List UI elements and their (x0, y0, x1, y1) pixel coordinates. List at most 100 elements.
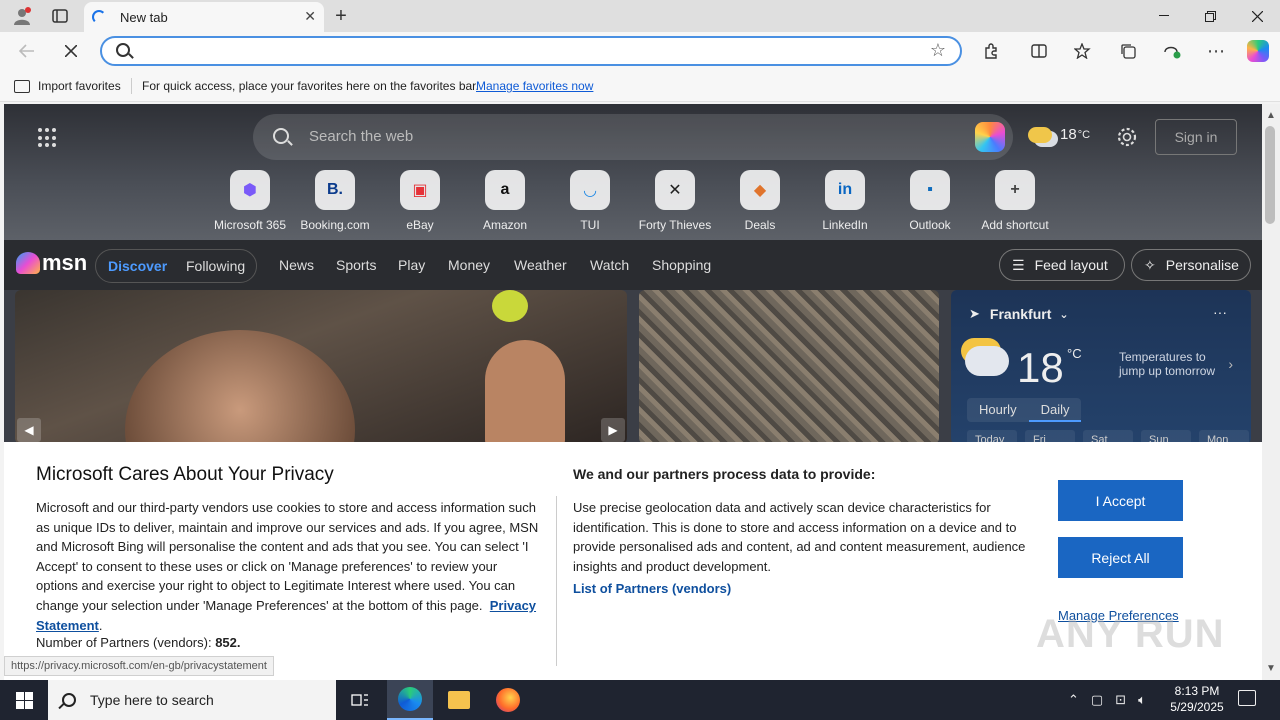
address-input[interactable] (142, 42, 902, 60)
chevron-right-icon[interactable]: › (1228, 356, 1233, 372)
profile-icon[interactable] (8, 4, 36, 28)
shortcut-label: Booking.com (300, 218, 370, 232)
screen: New tab ✕ + ☆ ⋯ Import favorites For qui… (0, 0, 1280, 720)
favorite-star-icon[interactable]: ☆ (930, 40, 946, 61)
firefox-icon[interactable] (485, 680, 531, 720)
shortcut-linkedin[interactable]: in LinkedIn (803, 170, 887, 232)
nav-play[interactable]: Play (398, 257, 425, 273)
forty-thieves-icon: ✕ (655, 170, 695, 210)
import-favorites-button[interactable]: Import favorites (14, 79, 121, 93)
msn-logo[interactable]: msn (16, 250, 87, 276)
personalise-button[interactable]: ✧ Personalise (1131, 249, 1251, 281)
device-icon[interactable]: ▢ (1091, 692, 1103, 708)
news-card-crowd[interactable] (639, 290, 939, 444)
settings-gear-icon[interactable] (1116, 126, 1138, 154)
shortcut-label: TUI (580, 218, 600, 232)
edge-taskbar-icon[interactable] (387, 680, 433, 720)
shortcut-amazon[interactable]: a Amazon (463, 170, 547, 232)
scroll-up-icon[interactable]: ▲ (1266, 110, 1276, 121)
weather-widget[interactable]: 18 °C (1028, 126, 1090, 143)
close-window-icon[interactable] (1234, 0, 1280, 32)
shortcut-microsoft-365[interactable]: ⬢ Microsoft 365 (208, 170, 292, 232)
manage-favorites-link[interactable]: Manage favorites now (476, 79, 593, 93)
sign-in-button[interactable]: Sign in (1155, 119, 1237, 155)
chevron-down-icon: ⌄ (1059, 308, 1069, 321)
weather-unit: °C (1077, 128, 1091, 141)
file-explorer-icon[interactable] (436, 680, 482, 720)
shortcut-deals[interactable]: ◆ Deals (718, 170, 802, 232)
network-icon[interactable]: ⊡ (1115, 692, 1126, 708)
system-tray: ⌃ ▢ ⊡ 🔈︎ (1068, 692, 1146, 708)
nav-shopping[interactable]: Shopping (652, 257, 711, 273)
app-launcher-icon[interactable] (38, 128, 58, 148)
favorites-hint: For quick access, place your favorites h… (142, 79, 479, 93)
close-tab-icon[interactable]: ✕ (304, 8, 316, 25)
reject-all-button[interactable]: Reject All (1058, 537, 1183, 578)
weather-temp: 18 (1060, 126, 1077, 143)
start-button[interactable] (0, 680, 48, 720)
performance-icon[interactable] (1157, 37, 1187, 65)
address-bar[interactable]: ☆ (100, 36, 962, 66)
nav-money[interactable]: Money (448, 257, 490, 273)
shortcut-tui[interactable]: ◡ TUI (548, 170, 632, 232)
feed-toggle: Discover Following (95, 249, 257, 283)
new-tab-button[interactable]: + (327, 4, 355, 28)
divider (556, 496, 557, 666)
shortcut-ebay[interactable]: ▣ eBay (378, 170, 462, 232)
tab-daily[interactable]: Daily (1028, 398, 1082, 422)
deals-icon: ◆ (740, 170, 780, 210)
tab-actions-icon[interactable] (46, 4, 74, 28)
shortcut-outlook[interactable]: ▪ Outlook (888, 170, 972, 232)
feed-layout-button[interactable]: ☰ Feed layout (999, 249, 1125, 281)
tab-new-tab[interactable]: New tab ✕ (84, 2, 324, 32)
chevron-up-icon[interactable]: ⌃ (1068, 692, 1079, 708)
web-search-box[interactable]: Search the web (253, 114, 1013, 160)
stop-loading-icon[interactable] (56, 37, 86, 65)
clock[interactable]: 8:13 PM 5/29/2025 (1162, 683, 1232, 715)
shortcut-booking-com[interactable]: B. Booking.com (293, 170, 377, 232)
task-view-icon[interactable] (337, 680, 383, 720)
weather-card-unit: °C (1067, 346, 1082, 361)
weather-location[interactable]: ➤ Frankfurt ⌄ (969, 306, 1069, 322)
feed-layout-label: Feed layout (1034, 257, 1108, 273)
shortcut-label: Outlook (909, 218, 951, 232)
shortcut-forty-thieves[interactable]: ✕ Forty Thieves (633, 170, 717, 232)
weather-card[interactable]: ➤ Frankfurt ⌄ ··· 18 °C Temperatures to … (951, 290, 1251, 444)
scroll-thumb[interactable] (1265, 126, 1275, 224)
more-options-icon[interactable]: ⋯ (1201, 37, 1231, 65)
nav-sports[interactable]: Sports (336, 257, 376, 273)
tab-discover[interactable]: Discover (108, 258, 167, 274)
nav-news[interactable]: News (279, 257, 314, 273)
nav-weather[interactable]: Weather (514, 257, 567, 273)
copilot-icon[interactable] (975, 122, 1005, 152)
copilot-icon[interactable] (1243, 37, 1273, 65)
tab-following[interactable]: Following (186, 258, 245, 274)
shortcut-add-shortcut[interactable]: + Add shortcut (973, 170, 1057, 232)
partly-cloudy-icon (1028, 126, 1052, 143)
taskbar-search[interactable]: Type here to search (48, 680, 336, 720)
weather-city: Frankfurt (989, 306, 1052, 322)
hero-news-card[interactable]: ◀ ▶ (15, 290, 627, 444)
privacy-body: Microsoft and our third-party vendors us… (36, 500, 539, 633)
scroll-down-icon[interactable]: ▼ (1266, 663, 1276, 674)
tab-hourly[interactable]: Hourly (967, 398, 1029, 422)
extensions-icon[interactable] (976, 37, 1006, 65)
new-tab-page: Search the web 18 °C Sign in ⬢ Microsoft … (4, 104, 1262, 680)
list-of-partners-link[interactable]: List of Partners (vendors) (573, 581, 731, 596)
forecast-tabs: Hourly Daily (967, 398, 1082, 422)
favorites-icon[interactable] (1068, 37, 1098, 65)
page-scrollbar[interactable]: ▲ ▼ (1262, 104, 1280, 680)
minimize-icon[interactable] (1141, 0, 1187, 32)
split-screen-icon[interactable] (1024, 37, 1054, 65)
restore-icon[interactable] (1187, 0, 1233, 32)
carousel-prev-icon[interactable]: ◀ (17, 418, 41, 442)
back-arrow-icon[interactable] (12, 37, 42, 65)
nav-watch[interactable]: Watch (590, 257, 629, 273)
collections-icon[interactable] (1113, 37, 1143, 65)
accept-button[interactable]: I Accept (1058, 480, 1183, 521)
volume-icon[interactable]: 🔈︎ (1138, 692, 1146, 708)
notifications-icon[interactable] (1238, 690, 1256, 706)
weather-note: Temperatures to jump up tomorrow (1119, 350, 1216, 378)
weather-more-icon[interactable]: ··· (1213, 304, 1227, 320)
carousel-next-icon[interactable]: ▶ (601, 418, 625, 442)
